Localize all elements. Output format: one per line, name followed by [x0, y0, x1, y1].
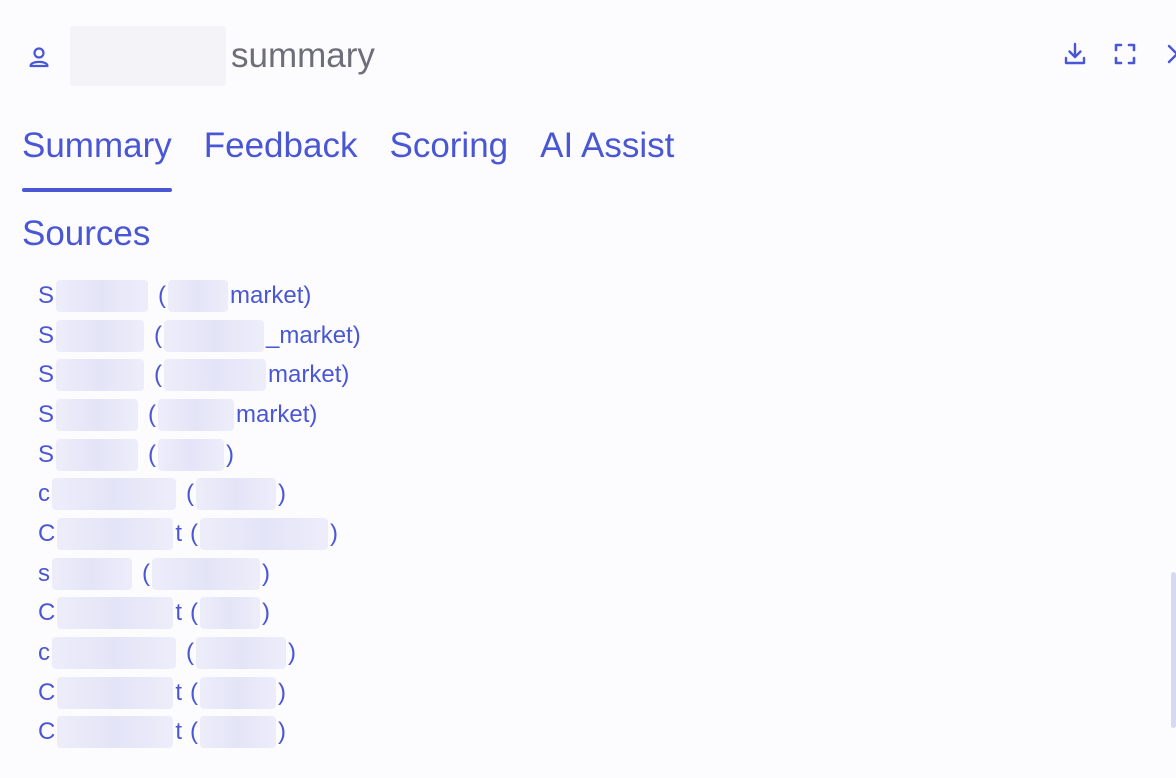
source-link[interactable]: S () [38, 435, 361, 475]
source-type-text: ) [288, 639, 296, 667]
redacted-text [164, 319, 265, 352]
tab-feedback[interactable]: Feedback [204, 120, 358, 184]
source-type-open: ( [142, 559, 150, 587]
source-name-start: S [38, 361, 55, 389]
source-link[interactable]: Ct() [38, 594, 361, 634]
source-type-open: ( [186, 480, 194, 508]
sources-heading: Sources [22, 214, 151, 253]
source-link[interactable]: S ( market) [38, 276, 361, 316]
source-name-start: c [38, 480, 50, 508]
redacted-text [57, 517, 174, 550]
source-type-text: ) [278, 718, 287, 746]
source-type-open: ( [158, 281, 167, 309]
source-link[interactable]: S ( _market) [38, 316, 361, 356]
source-link[interactable]: Ct() [38, 673, 361, 713]
download-button[interactable] [1061, 40, 1089, 68]
tab-scoring[interactable]: Scoring [389, 120, 508, 184]
redacted-text [56, 319, 145, 352]
source-type-open: ( [190, 678, 199, 706]
redacted-text [200, 716, 277, 749]
source-link[interactable]: s () [38, 554, 361, 594]
tab-ai-assist[interactable]: AI Assist [540, 120, 674, 184]
source-type-open: ( [148, 400, 157, 428]
tab-bar: Summary Feedback Scoring AI Assist [22, 120, 674, 192]
source-link[interactable]: c () [38, 474, 361, 514]
redacted-text [56, 359, 145, 392]
source-type-open: ( [190, 718, 199, 746]
source-type-open: ( [186, 639, 194, 667]
source-link[interactable]: c () [38, 633, 361, 673]
source-type-text: ) [278, 480, 286, 508]
source-name-start: C [38, 678, 56, 706]
source-name-start: c [38, 639, 50, 667]
source-name-end: t [175, 678, 183, 706]
source-type-text: _market) [266, 321, 361, 349]
source-name-start: S [38, 321, 55, 349]
source-type-open: ( [148, 440, 157, 468]
redacted-text [56, 398, 139, 431]
source-type-text: market) [230, 281, 312, 309]
redacted-text [57, 597, 174, 630]
redacted-text [56, 279, 149, 312]
source-name-start: S [38, 400, 55, 428]
redacted-text [168, 279, 229, 312]
source-type-text: market) [236, 400, 318, 428]
fullscreen-icon [1114, 43, 1136, 65]
source-name-start: s [38, 559, 50, 587]
redacted-text [200, 517, 329, 550]
redacted-text [57, 716, 174, 749]
redacted-title-prefix [70, 26, 226, 86]
source-type-open: ( [190, 599, 199, 627]
source-link[interactable]: S ( market) [38, 355, 361, 395]
redacted-text [164, 359, 267, 392]
source-link[interactable]: Ct() [38, 713, 361, 753]
chevron-right-icon [1167, 44, 1176, 64]
source-name-start: S [38, 440, 55, 468]
panel-title: summary [231, 36, 375, 75]
source-type-open: ( [154, 361, 163, 389]
tab-summary[interactable]: Summary [22, 120, 172, 192]
redacted-text [152, 557, 260, 590]
source-type-text: market) [268, 361, 350, 389]
source-link[interactable]: S ( market) [38, 395, 361, 435]
source-type-text: ) [262, 559, 270, 587]
source-type-open: ( [154, 321, 163, 349]
close-button[interactable] [1158, 40, 1176, 68]
redacted-text [200, 597, 261, 630]
source-name-start: C [38, 718, 56, 746]
sources-list: S ( market) S ( _market) S ( market) S ( market)… [38, 276, 361, 752]
source-type-text: ) [226, 440, 235, 468]
source-type-text: ) [262, 599, 271, 627]
fullscreen-button[interactable] [1111, 40, 1139, 68]
scrollbar-thumb[interactable] [1171, 572, 1176, 728]
redacted-text [52, 557, 132, 590]
source-name-start: S [38, 281, 55, 309]
download-icon [1064, 42, 1086, 65]
source-name-end: t [175, 519, 183, 547]
redacted-text [52, 478, 176, 511]
redacted-text [196, 637, 286, 670]
redacted-text [196, 478, 276, 511]
source-name-start: C [38, 519, 56, 547]
source-name-start: C [38, 599, 56, 627]
user-icon [26, 44, 52, 70]
panel-header: summary [0, 0, 1176, 112]
source-type-text: ) [278, 678, 287, 706]
redacted-text [56, 438, 139, 471]
source-type-open: ( [190, 519, 199, 547]
source-name-end: t [175, 599, 183, 627]
source-name-end: t [175, 718, 183, 746]
redacted-text [158, 438, 225, 471]
redacted-text [200, 676, 277, 709]
source-type-text: ) [330, 519, 339, 547]
redacted-text [52, 637, 176, 670]
source-link[interactable]: Ct() [38, 514, 361, 554]
redacted-text [158, 398, 235, 431]
redacted-text [57, 676, 174, 709]
